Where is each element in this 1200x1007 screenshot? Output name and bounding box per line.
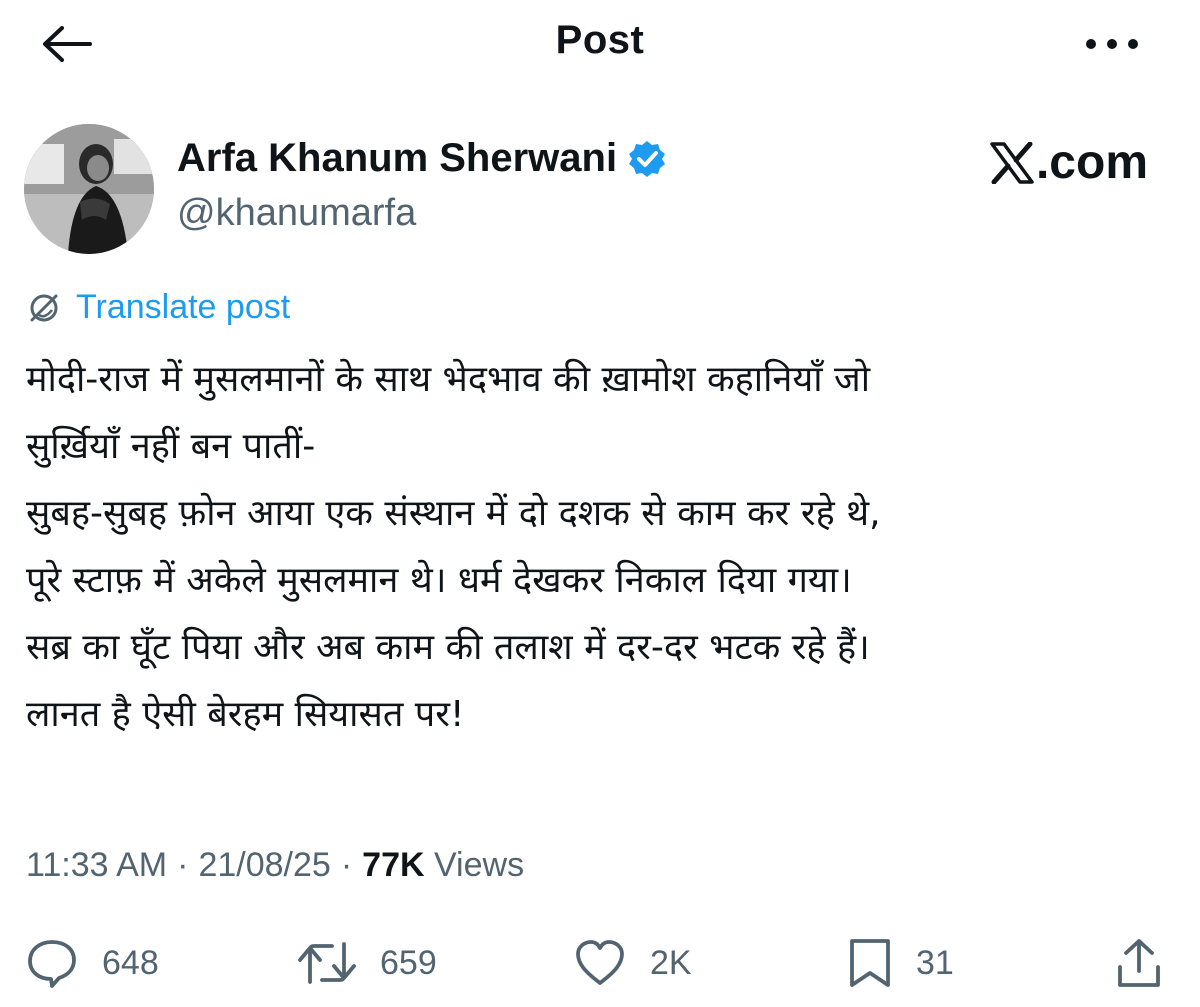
x-logo-icon <box>990 141 1034 184</box>
post-time: 11:33 AM <box>26 846 168 884</box>
repost-icon <box>298 942 356 984</box>
action-bar: 648 659 2K 31 <box>0 928 1200 998</box>
reply-count: 648 <box>102 943 159 982</box>
translate-post-label: Translate post <box>76 288 291 326</box>
reply-icon <box>28 940 76 988</box>
bookmark-icon <box>850 939 890 987</box>
views-label: Views <box>433 846 525 884</box>
bookmark-button[interactable]: 31 <box>848 928 954 998</box>
x-com-watermark: .com <box>990 135 1148 190</box>
reply-button[interactable]: 648 <box>26 928 159 998</box>
bookmark-count: 31 <box>916 943 954 982</box>
translate-post-link[interactable]: Translate post <box>26 288 290 327</box>
post-line: सब्र का घूँट पिया और अब काम की तलाश में … <box>26 627 870 668</box>
post-line: पूरे स्टाफ़ में अकेले मुसलमान थे। धर्म द… <box>26 560 852 601</box>
top-bar: Post <box>0 0 1200 90</box>
post-line: सुर्ख़ियाँ नहीं बन पातीं- <box>26 426 316 467</box>
heart-icon <box>576 940 624 985</box>
more-horizontal-icon <box>1086 39 1138 49</box>
like-count: 2K <box>650 943 692 982</box>
views-count[interactable]: 77K <box>362 846 424 884</box>
post-line: सुबह-सुबह फ़ोन आया एक संस्थान में दो दशक… <box>26 493 881 534</box>
post-text: मोदी-राज में मुसलमानों के साथ भेदभाव की … <box>26 346 1176 748</box>
author-name[interactable]: Arfa Khanum Sherwani <box>177 136 667 181</box>
repost-button[interactable]: 659 <box>298 928 437 998</box>
meta-separator: · <box>177 846 189 884</box>
more-options-button[interactable] <box>1080 26 1144 62</box>
post-line: मोदी-राज में मुसलमानों के साथ भेदभाव की … <box>26 359 871 400</box>
post-meta: 11:33 AM · 21/08/25 · 77K Views <box>26 846 524 885</box>
post-date: 21/08/25 <box>198 846 331 884</box>
avatar-photo <box>24 124 154 254</box>
page-title: Post <box>555 18 645 62</box>
repost-count: 659 <box>380 943 437 982</box>
verified-badge-icon <box>627 139 667 179</box>
post-line: लानत है ऐसी बेरहम सियासत पर! <box>26 694 465 735</box>
globe-icon <box>30 294 58 321</box>
meta-separator: · <box>340 846 353 884</box>
like-button[interactable]: 2K <box>574 928 692 998</box>
author-name-text: Arfa Khanum Sherwani <box>177 136 618 180</box>
watermark-text: .com <box>1035 136 1148 189</box>
avatar[interactable] <box>24 124 154 254</box>
share-icon <box>1118 939 1160 987</box>
share-button[interactable] <box>1116 928 1162 998</box>
author-handle[interactable]: @khanumarfa <box>177 192 416 235</box>
